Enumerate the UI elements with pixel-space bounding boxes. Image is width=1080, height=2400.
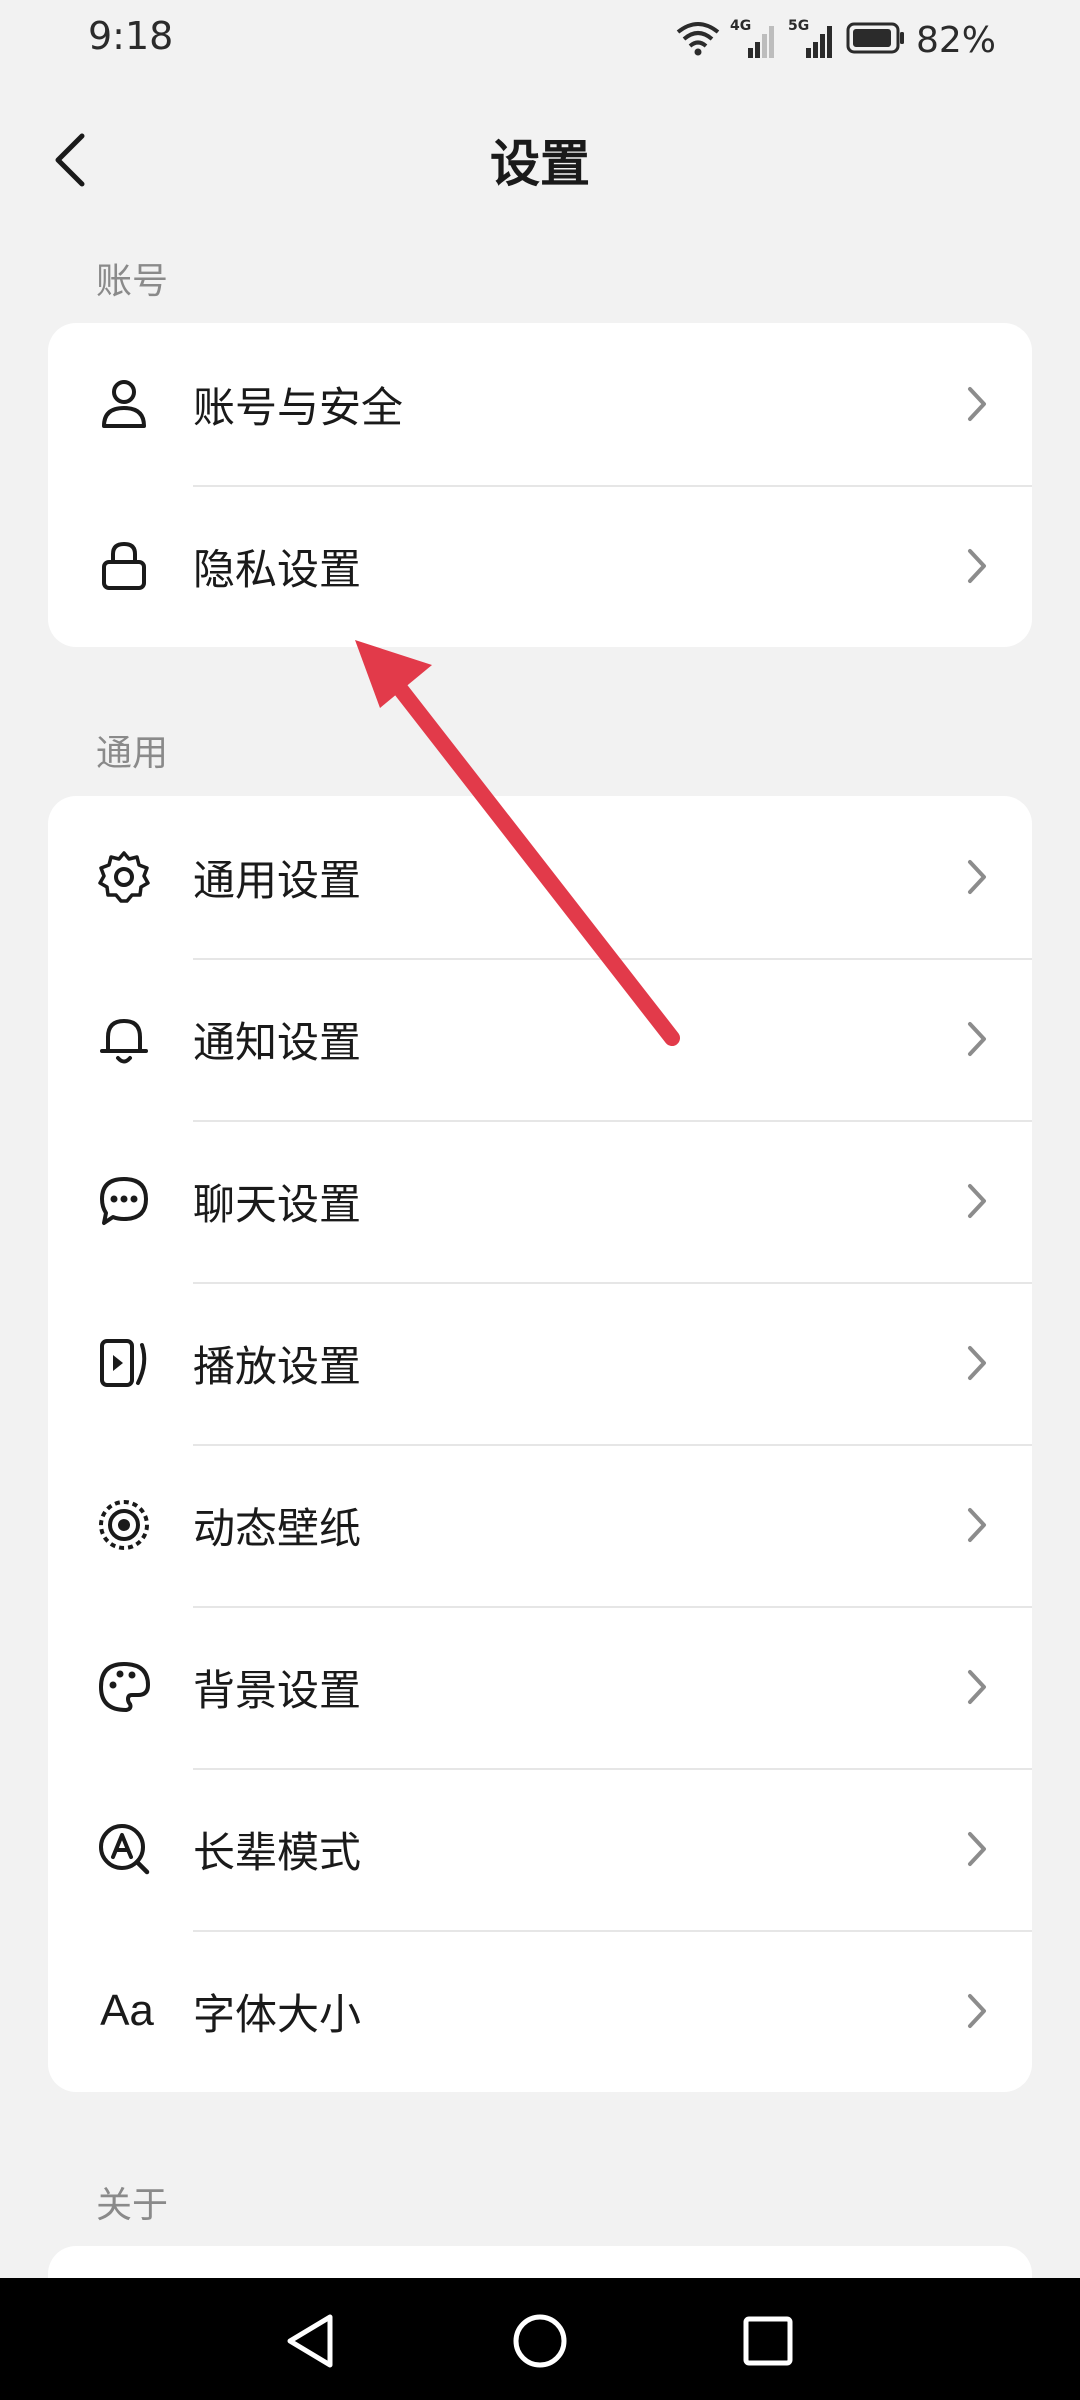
settings-item-label: 通知设置 <box>193 1017 362 1067</box>
signal-5g-icon: 5G <box>788 18 836 60</box>
battery-percent: 82% <box>915 19 996 61</box>
nav-home-button[interactable] <box>500 2308 580 2374</box>
bell-icon <box>96 1011 152 1067</box>
settings-item-elder-mode[interactable]: 长辈模式 <box>48 1768 1032 1930</box>
settings-item-font-size[interactable]: Aa 字体大小 <box>48 1930 1032 2092</box>
general-card: 通用设置 通知设置 聊天设置 播放设置 动态壁纸 背景设置 长辈模式 Aa 字体… <box>48 796 1032 2092</box>
settings-item-label: 长辈模式 <box>193 1827 362 1877</box>
settings-item-label: 聊天设置 <box>193 1179 362 1229</box>
chevron-right-icon <box>962 1667 992 1707</box>
system-nav-bar <box>0 2278 1080 2400</box>
settings-item-label: 账号与安全 <box>193 382 404 432</box>
settings-item-notification[interactable]: 通知设置 <box>48 958 1032 1120</box>
wifi-icon <box>676 20 720 60</box>
lock-icon <box>96 538 152 594</box>
battery-icon <box>846 21 906 59</box>
settings-item-label: 播放设置 <box>193 1341 362 1391</box>
settings-item-general[interactable]: 通用设置 <box>48 796 1032 958</box>
gear-icon <box>96 849 152 905</box>
section-label-general: 通用 <box>96 733 169 774</box>
nav-recents-button[interactable] <box>728 2308 808 2374</box>
person-icon <box>96 376 152 432</box>
settings-item-label: 隐私设置 <box>193 544 362 594</box>
status-time: 9:18 <box>88 14 174 58</box>
font-size-icon: Aa <box>92 1983 162 2039</box>
settings-item-label: 动态壁纸 <box>193 1503 362 1553</box>
page-header: 设置 <box>0 100 1080 220</box>
chevron-right-icon <box>962 1829 992 1869</box>
chevron-right-icon <box>962 857 992 897</box>
palette-icon <box>96 1659 152 1715</box>
chat-icon <box>96 1173 152 1229</box>
account-card: 账号与安全 隐私设置 <box>48 323 1032 647</box>
settings-item-label: 背景设置 <box>193 1665 362 1715</box>
section-label-about: 关于 <box>96 2185 169 2226</box>
settings-item-live-wallpaper[interactable]: 动态壁纸 <box>48 1444 1032 1606</box>
chevron-right-icon <box>962 1505 992 1545</box>
status-icons: 4G 5G 82% <box>676 18 996 62</box>
settings-item-playback[interactable]: 播放设置 <box>48 1282 1032 1444</box>
page-title: 设置 <box>490 135 590 193</box>
chevron-right-icon <box>962 1343 992 1383</box>
settings-item-label: 通用设置 <box>193 855 362 905</box>
circle-home-icon <box>513 2314 567 2368</box>
chevron-right-icon <box>962 384 992 424</box>
chevron-right-icon <box>962 1991 992 2031</box>
wallpaper-icon <box>96 1497 152 1553</box>
settings-item-background[interactable]: 背景设置 <box>48 1606 1032 1768</box>
nav-back-button[interactable] <box>270 2308 350 2374</box>
section-label-account: 账号 <box>96 261 169 302</box>
triangle-back-icon <box>287 2314 333 2368</box>
chevron-right-icon <box>962 1019 992 1059</box>
font-size-icon-text: Aa <box>100 1986 154 2035</box>
play-icon <box>96 1335 152 1391</box>
settings-item-chat[interactable]: 聊天设置 <box>48 1120 1032 1282</box>
square-recents-icon <box>743 2316 793 2366</box>
chevron-right-icon <box>962 546 992 586</box>
status-bar: 9:18 4G 5G 82% <box>0 0 1080 80</box>
settings-item-account-security[interactable]: 账号与安全 <box>48 323 1032 485</box>
signal-4g-icon: 4G <box>730 18 778 60</box>
elder-mode-icon <box>96 1821 152 1877</box>
settings-item-privacy[interactable]: 隐私设置 <box>48 485 1032 647</box>
settings-item-label: 字体大小 <box>193 1989 362 2039</box>
chevron-right-icon <box>962 1181 992 1221</box>
